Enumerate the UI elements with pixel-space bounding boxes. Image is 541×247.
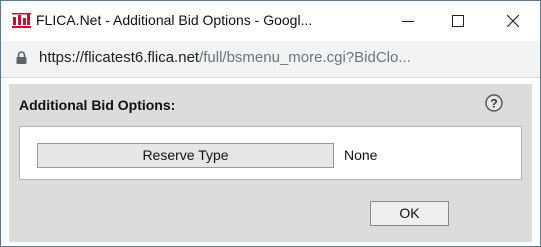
popup-window: FLICA.Net - Additional Bid Options - Goo… xyxy=(0,0,541,247)
lock-icon xyxy=(16,51,27,64)
question-circle-icon[interactable]: ? xyxy=(485,94,503,112)
svg-text:?: ? xyxy=(490,97,497,111)
reserve-type-button[interactable]: Reserve Type xyxy=(37,143,334,168)
ok-button[interactable]: OK xyxy=(370,201,449,226)
reserve-type-value: None xyxy=(344,147,378,163)
url-text[interactable]: https://flicatest6.flica.net/full/bsmenu… xyxy=(39,49,531,66)
minimize-button[interactable] xyxy=(385,1,431,41)
dialog-heading: Additional Bid Options: xyxy=(19,97,176,113)
url-host: https://flicatest6.flica.net xyxy=(39,49,200,66)
dialog-content: Additional Bid Options: ? Reserve Type N… xyxy=(9,84,532,242)
window-title: FLICA.Net - Additional Bid Options - Goo… xyxy=(36,12,313,28)
close-icon xyxy=(507,15,519,27)
minimize-icon xyxy=(402,21,414,22)
address-bar[interactable]: https://flicatest6.flica.net/full/bsmenu… xyxy=(1,41,540,78)
maximize-icon xyxy=(452,15,464,27)
flica-logo-icon xyxy=(12,13,31,28)
reserve-type-panel: Reserve Type None xyxy=(19,126,522,180)
maximize-button[interactable] xyxy=(435,1,481,41)
title-bar[interactable]: FLICA.Net - Additional Bid Options - Goo… xyxy=(1,1,540,41)
close-button[interactable] xyxy=(490,1,536,41)
url-path: /full/bsmenu_more.cgi?BidClo... xyxy=(199,49,411,66)
